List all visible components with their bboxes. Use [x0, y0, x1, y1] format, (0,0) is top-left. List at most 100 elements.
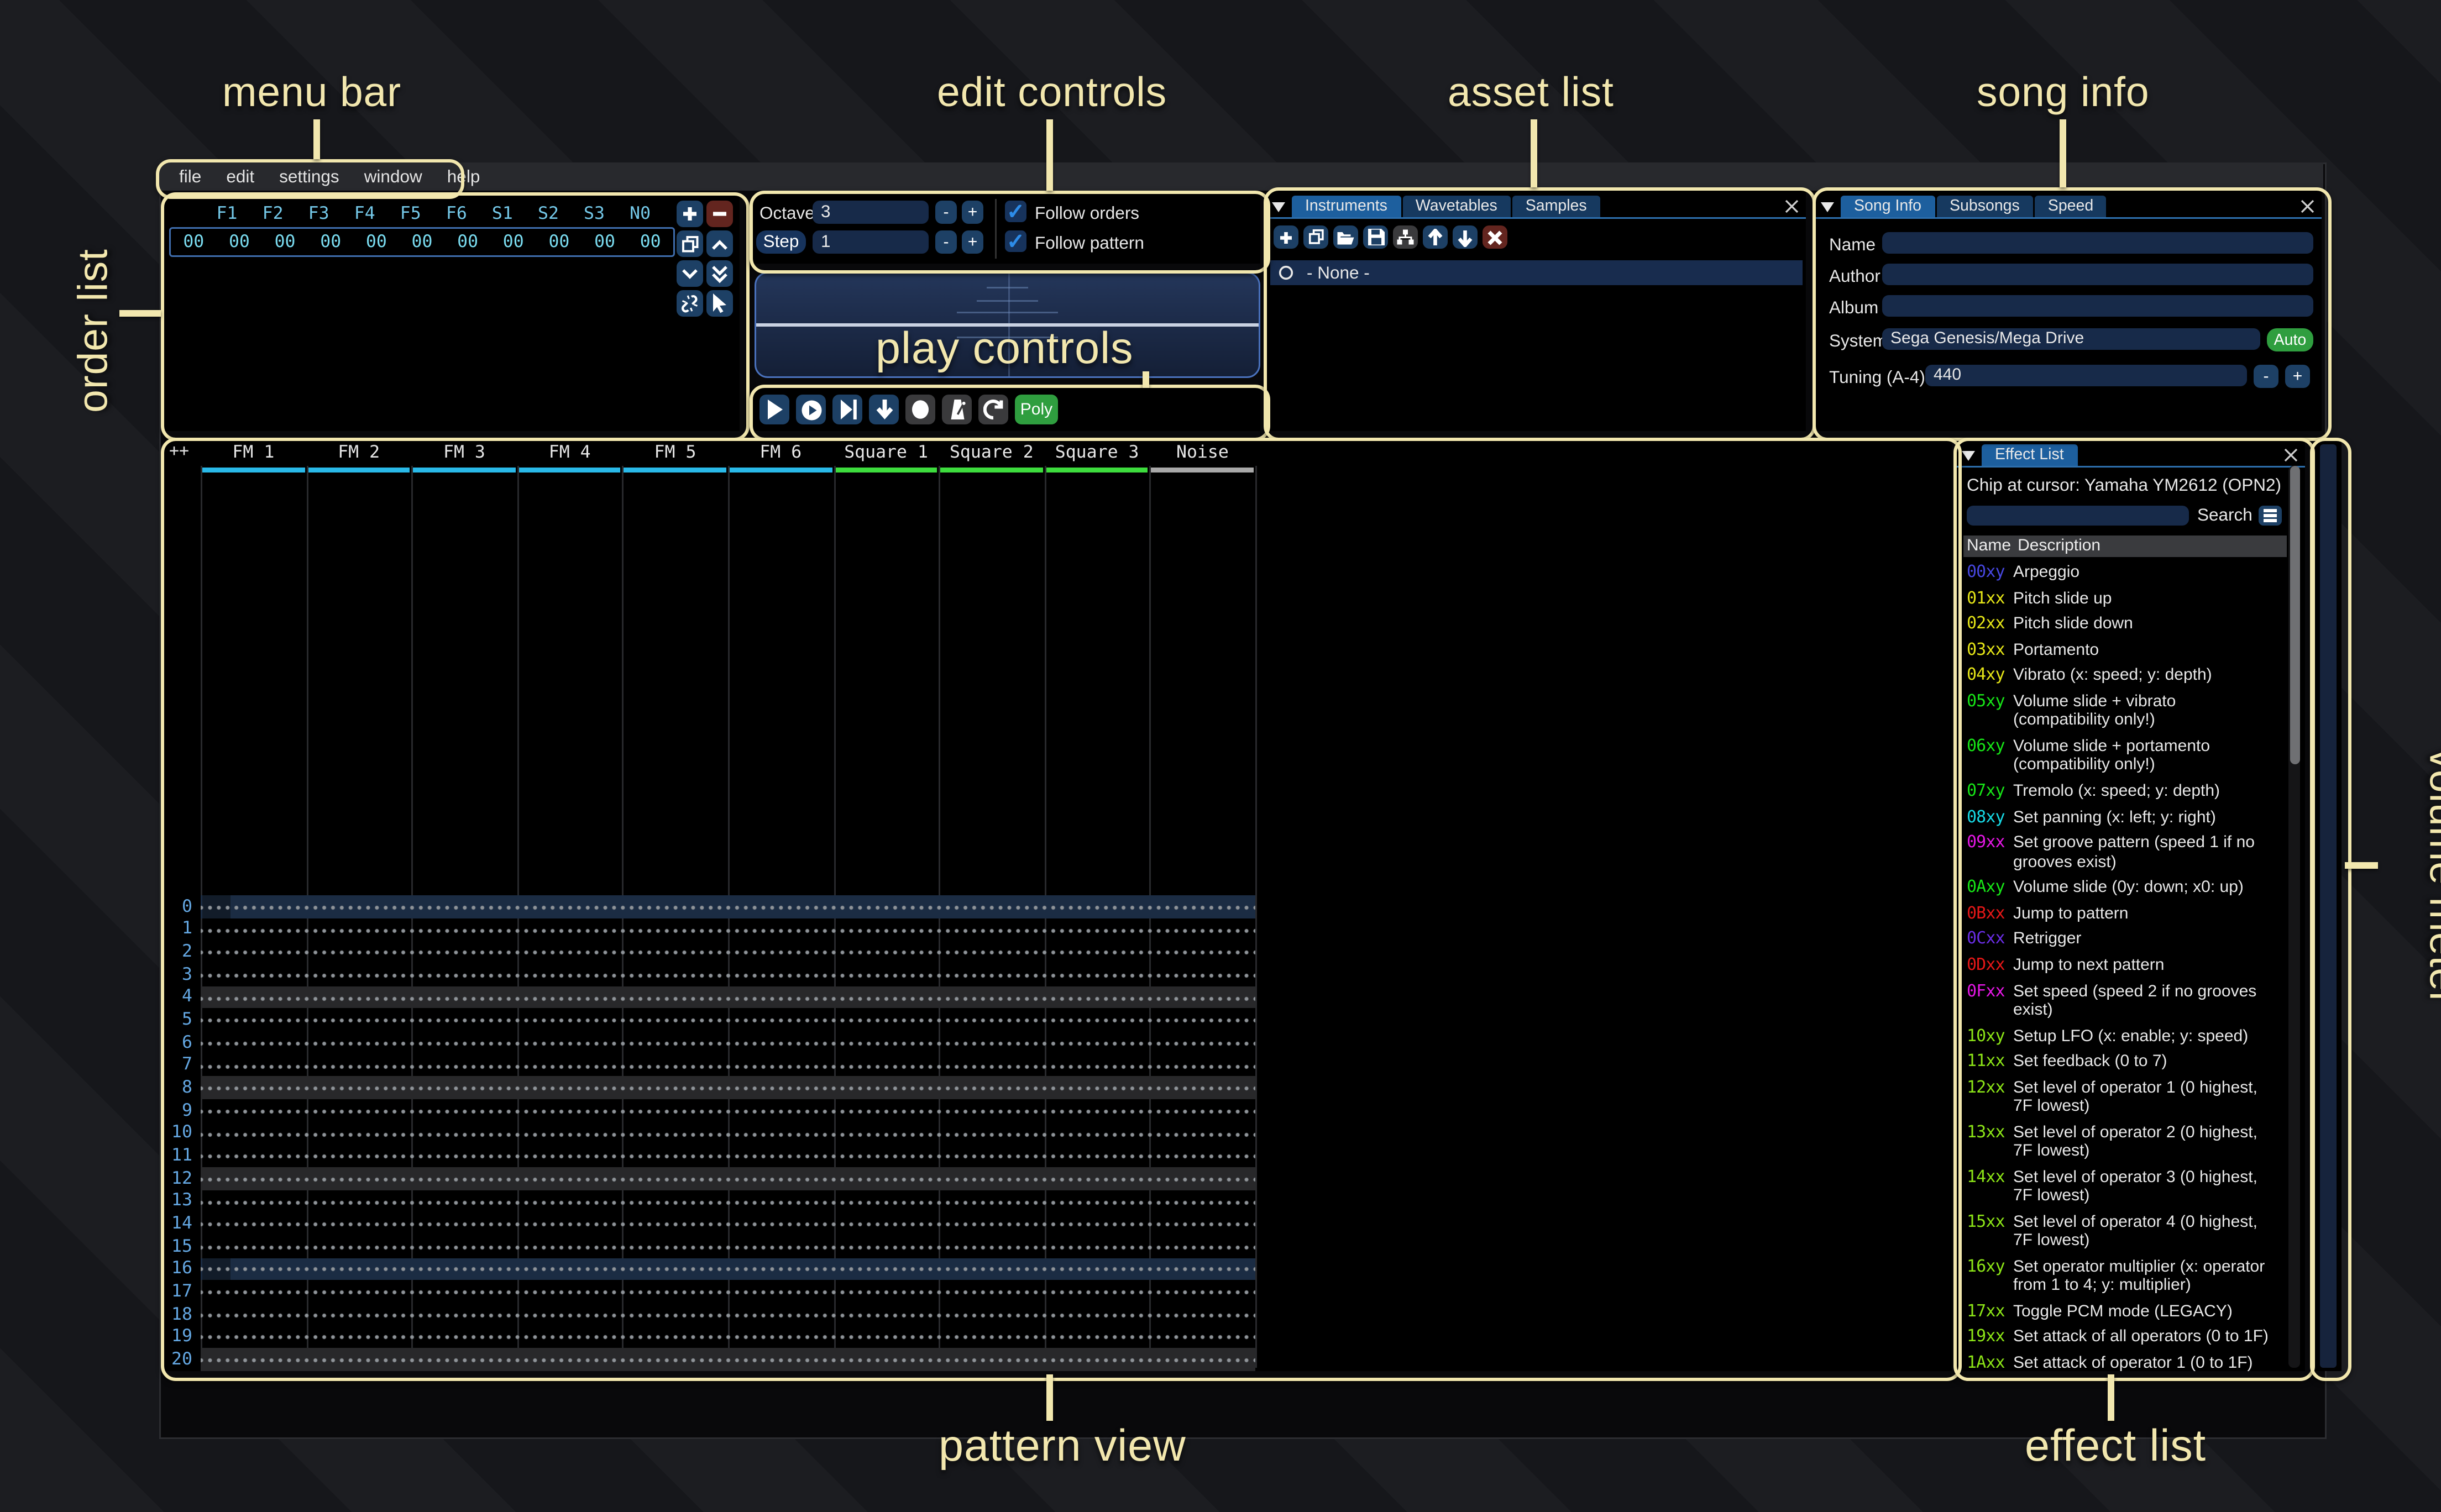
order-column-header[interactable]: F4	[342, 204, 387, 224]
name-input[interactable]	[1882, 232, 2313, 254]
row-empty-cells[interactable]	[201, 1031, 1255, 1054]
pattern-row[interactable]: 9	[164, 1099, 1952, 1122]
channel-header[interactable]: FM 3	[412, 443, 517, 466]
pattern-row[interactable]: 17	[164, 1280, 1952, 1303]
effect-list-tab[interactable]: Effect List	[1982, 444, 2077, 466]
follow-pattern-checkbox[interactable]: ✓	[1005, 230, 1026, 252]
order-column-header[interactable]: F6	[433, 204, 479, 224]
pattern-row[interactable]: 16	[164, 1258, 1952, 1280]
step-button[interactable]: Step	[756, 230, 806, 254]
close-icon[interactable]	[2283, 448, 2298, 463]
asset-tab[interactable]: Wavetables	[1402, 196, 1511, 217]
order-cell[interactable]: 00	[399, 232, 445, 252]
close-icon[interactable]	[1784, 199, 1799, 214]
song-info-tab[interactable]: Subsongs	[1936, 196, 2033, 217]
step-plus-button[interactable]: +	[962, 230, 983, 254]
pattern-row[interactable]: 5	[164, 1009, 1952, 1031]
system-select[interactable]: Sega Genesis/Mega Drive	[1882, 328, 2260, 350]
pattern-row[interactable]: 6	[164, 1031, 1952, 1054]
row-empty-cells[interactable]	[201, 986, 1255, 1009]
row-empty-cells[interactable]	[201, 1077, 1255, 1099]
pattern-row[interactable]: 18	[164, 1303, 1952, 1325]
collapse-triangle-icon[interactable]	[1962, 451, 1975, 461]
asset-duplicate-button[interactable]	[1303, 225, 1328, 249]
play-pattern-button[interactable]	[796, 395, 826, 424]
order-column-header[interactable]: S3	[572, 204, 617, 224]
menu-item[interactable]: file	[179, 167, 201, 187]
collapse-triangle-icon[interactable]	[1821, 202, 1834, 212]
asset-add-button[interactable]	[1274, 225, 1298, 249]
asset-delete-button[interactable]	[1483, 225, 1507, 249]
order-move-down-button[interactable]	[677, 260, 703, 287]
pattern-row[interactable]: 13	[164, 1190, 1952, 1212]
row-empty-cells[interactable]	[201, 1190, 1255, 1212]
row-empty-cells[interactable]	[201, 941, 1255, 963]
step-minus-button[interactable]: -	[935, 230, 957, 254]
asset-tab[interactable]: Samples	[1512, 196, 1600, 217]
row-empty-cells[interactable]	[201, 1212, 1255, 1235]
channel-header[interactable]: Square 2	[939, 443, 1044, 466]
effect-table-header[interactable]: Name Description	[1963, 536, 2287, 557]
effect-row[interactable]: 12xx Set level of operator 1 (0 highest,…	[1967, 1079, 2275, 1116]
order-column-header[interactable]: S2	[525, 204, 571, 224]
play-button[interactable]	[759, 395, 789, 424]
pattern-corner[interactable]: ++	[164, 443, 201, 466]
asset-open-button[interactable]	[1333, 225, 1358, 249]
order-edit-mode-button[interactable]	[706, 290, 733, 317]
pattern-row[interactable]: 20	[164, 1348, 1952, 1371]
row-empty-cells[interactable]	[201, 1054, 1255, 1077]
effect-scrollbar-track[interactable]	[2288, 466, 2300, 1368]
order-column-header[interactable]: F2	[250, 204, 296, 224]
effect-row[interactable]: 04xy Vibrato (x: speed; y: depth)	[1967, 667, 2275, 686]
asset-move-down-button[interactable]	[1453, 225, 1478, 249]
poly-button[interactable]: Poly	[1015, 395, 1058, 424]
channel-header[interactable]: FM 4	[517, 443, 622, 466]
order-cell[interactable]: 00	[445, 232, 491, 252]
order-move-up-button[interactable]	[706, 230, 733, 257]
effect-row[interactable]: 0Dxx Jump to next pattern	[1967, 957, 2275, 975]
tuning-input[interactable]: 440	[1925, 365, 2247, 386]
channel-header[interactable]: Square 1	[834, 443, 939, 466]
effect-row[interactable]: 13xx Set level of operator 2 (0 highest,…	[1967, 1124, 2275, 1161]
pattern-row[interactable]: 3	[164, 963, 1952, 986]
pattern-row[interactable]: 4	[164, 986, 1952, 1009]
effect-row[interactable]: 16xy Set operator multiplier (x: operato…	[1967, 1258, 2275, 1295]
song-info-tab[interactable]: Speed	[2035, 196, 2107, 217]
asset-tab[interactable]: Instruments	[1292, 196, 1401, 217]
menu-item[interactable]: help	[447, 167, 480, 187]
follow-orders-label[interactable]: Follow orders	[1035, 204, 1139, 224]
menu-item[interactable]: window	[364, 167, 422, 187]
order-cell[interactable]: 00	[308, 232, 354, 252]
channel-header[interactable]: Square 3	[1044, 443, 1150, 466]
asset-selected-row[interactable]: - None -	[1270, 260, 1803, 285]
repeat-button[interactable]	[978, 395, 1008, 424]
step-row-button[interactable]	[832, 395, 862, 424]
order-column-header[interactable]: F3	[296, 204, 342, 224]
order-cell[interactable]: 00	[536, 232, 582, 252]
author-input[interactable]	[1882, 264, 2313, 285]
pattern-row[interactable]: 19	[164, 1325, 1952, 1348]
pattern-row[interactable]: 8	[164, 1077, 1952, 1099]
row-empty-cells[interactable]	[201, 1235, 1255, 1258]
pattern-row[interactable]: 10	[164, 1122, 1952, 1144]
channel-header[interactable]: FM 2	[306, 443, 412, 466]
order-column-header[interactable]: F5	[387, 204, 433, 224]
record-button[interactable]	[905, 395, 935, 424]
effect-row[interactable]: 17xx Toggle PCM mode (LEGACY)	[1967, 1303, 2275, 1321]
search-options-button[interactable]	[2259, 506, 2282, 526]
effect-row[interactable]: 07xy Tremolo (x: speed; y: depth)	[1967, 783, 2275, 801]
row-empty-cells[interactable]	[201, 1325, 1255, 1348]
row-empty-cells[interactable]	[201, 963, 1255, 986]
order-cell[interactable]: 00	[354, 232, 400, 252]
order-cell[interactable]: 00	[262, 232, 308, 252]
pattern-row[interactable]: 2	[164, 941, 1952, 963]
order-cell[interactable]: 00	[217, 232, 263, 252]
row-empty-cells[interactable]	[201, 895, 1255, 918]
menu-item[interactable]: settings	[279, 167, 339, 187]
row-empty-cells[interactable]	[201, 1303, 1255, 1325]
order-column-header[interactable]: N0	[617, 204, 663, 224]
pattern-row[interactable]: 1	[164, 918, 1952, 941]
row-empty-cells[interactable]	[201, 1258, 1255, 1280]
effect-row[interactable]: 00xy Arpeggio	[1967, 564, 2275, 582]
order-row[interactable]: 0000000000000000000000	[169, 227, 675, 257]
